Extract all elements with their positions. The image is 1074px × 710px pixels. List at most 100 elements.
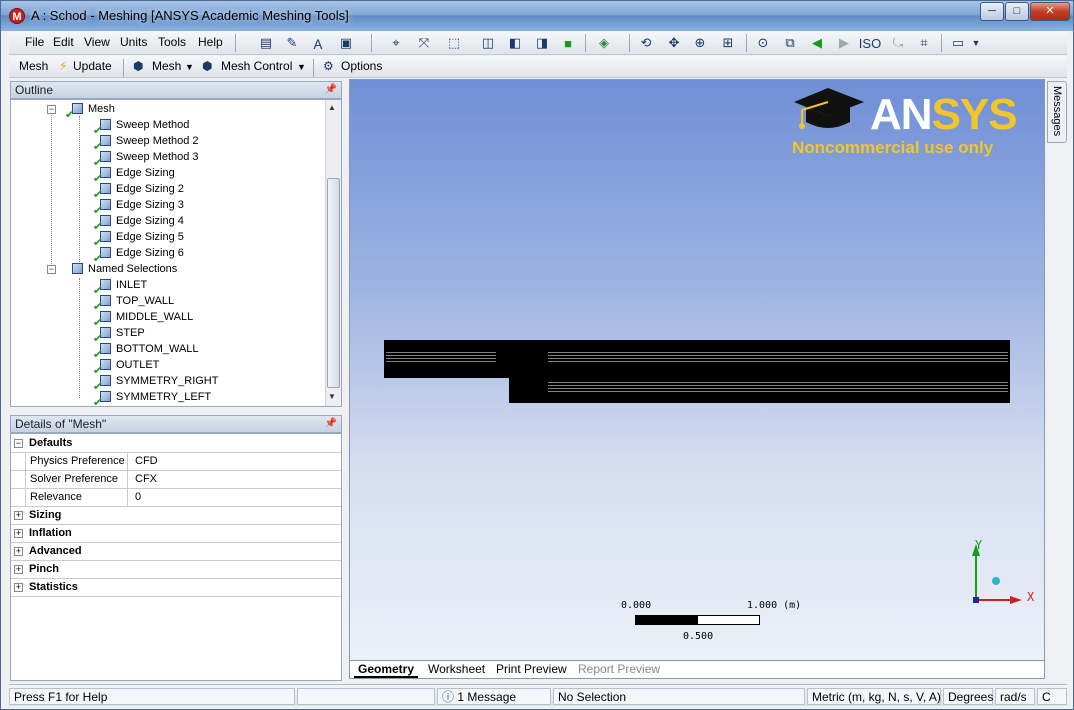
status-angle-units[interactable]: Degrees (943, 688, 993, 705)
restore-view-icon[interactable]: ⌗ (915, 34, 933, 52)
details-row-relevance[interactable]: Relevance 0 (11, 489, 341, 507)
details-row-physics-preference[interactable]: Physics Preference CFD (11, 453, 341, 471)
update-button[interactable]: Update (73, 59, 112, 73)
rotate-icon[interactable]: ⟲ (637, 34, 655, 52)
solver-preference-value[interactable]: CFX (131, 471, 157, 488)
collapse-icon[interactable]: − (14, 439, 23, 448)
collapse-icon[interactable]: − (47, 265, 56, 274)
select-mode-icon[interactable]: ⌖ (387, 34, 405, 52)
image-capture-icon[interactable]: ▣ (337, 34, 355, 52)
box-zoom-icon[interactable]: ⊞ (719, 34, 737, 52)
tree-node-bottom-wall[interactable]: ✔ BOTTOM_WALL (93, 341, 199, 361)
menu-edit[interactable]: Edit (53, 35, 74, 49)
viewport-layout-icon[interactable]: ▭ (949, 34, 967, 52)
extend-selection-icon[interactable]: ◈ (595, 34, 613, 52)
tree-node-middle-wall[interactable]: ✔ MIDDLE_WALL (93, 309, 193, 329)
select-body-icon[interactable]: ■ (559, 34, 577, 52)
details-group-inflation[interactable]: + Inflation (11, 525, 341, 543)
tree-node-inlet[interactable]: ✔ INLET (93, 277, 147, 297)
tree-node-sweep-method-3[interactable]: ✔ Sweep Method 3 (93, 149, 199, 169)
status-messages[interactable]: ⓘ 1 Message (437, 688, 551, 705)
tree-node-symmetry-left[interactable]: ✔ SYMMETRY_LEFT (93, 389, 211, 406)
details-group-statistics[interactable]: + Statistics (11, 579, 341, 597)
status-units[interactable]: Metric (m, kg, N, s, V, A) (807, 688, 941, 705)
graphics-viewport[interactable]: ANSYS Noncommercial use only 0.000 1.000… (349, 79, 1045, 679)
tree-node-edge-sizing-6[interactable]: ✔ Edge Sizing 6 (93, 245, 184, 265)
chevron-down-icon[interactable]: ▼ (185, 62, 194, 72)
collapse-icon[interactable]: − (47, 105, 56, 114)
tree-node-edge-sizing-4[interactable]: ✔ Edge Sizing 4 (93, 213, 184, 233)
tree-node-top-wall[interactable]: ✔ TOP_WALL (93, 293, 174, 313)
zoom-icon[interactable]: ⊕ (691, 34, 709, 52)
select-edge-icon[interactable]: ◧ (506, 34, 524, 52)
tree-node-edge-sizing[interactable]: ✔ Edge Sizing (93, 165, 175, 185)
tree-node-edge-sizing-5[interactable]: ✔ Edge Sizing 5 (93, 229, 184, 249)
mesh-dropdown-button[interactable]: Mesh (152, 59, 181, 73)
tree-node-named-selections[interactable]: Named Selections (69, 261, 177, 277)
menu-units[interactable]: Units (120, 35, 147, 49)
scroll-down-icon[interactable]: ▼ (328, 392, 336, 401)
select-pointer-icon[interactable]: ⬚ (445, 34, 463, 52)
expand-icon[interactable]: + (14, 547, 23, 556)
tree-node-sweep-method-2[interactable]: ✔ Sweep Method 2 (93, 133, 199, 153)
details-group-pinch[interactable]: + Pinch (11, 561, 341, 579)
menu-help[interactable]: Help (198, 35, 223, 49)
pin-icon[interactable]: 📌 (325, 82, 337, 98)
status-rate-units[interactable]: rad/s (995, 688, 1035, 705)
expand-icon[interactable]: + (14, 583, 23, 592)
physics-preference-value[interactable]: CFD (131, 453, 158, 470)
mesh-control-dropdown-button[interactable]: Mesh Control (221, 59, 292, 73)
minimize-button[interactable]: ─ (980, 2, 1004, 21)
previous-view-icon[interactable]: ◀ (808, 34, 826, 52)
tree-node-outlet[interactable]: ✔ OUTLET (93, 357, 159, 377)
select-vertex-icon[interactable]: ◫ (479, 34, 497, 52)
pan-icon[interactable]: ✥ (665, 34, 683, 52)
set-view-icon[interactable]: ⤿ (889, 34, 907, 52)
magnifier-window-icon[interactable]: ⧉ (781, 34, 799, 52)
details-group-sizing[interactable]: + Sizing (11, 507, 341, 525)
tree-node-edge-sizing-3[interactable]: ✔ Edge Sizing 3 (93, 197, 184, 217)
zoom-to-fit-icon[interactable]: ⊙ (754, 34, 772, 52)
tab-report-preview[interactable]: Report Preview (574, 662, 664, 678)
isometric-view-icon[interactable]: ISO (859, 34, 881, 52)
xyz-coordinates-icon[interactable]: ⤧ (415, 34, 433, 52)
next-view-icon[interactable]: ▶ (835, 34, 853, 52)
tab-geometry[interactable]: Geometry (354, 662, 419, 678)
expand-icon[interactable]: + (14, 511, 23, 520)
tab-worksheet[interactable]: Worksheet (424, 662, 489, 678)
toolbar-separator (585, 34, 586, 52)
menu-file[interactable]: File (25, 35, 44, 49)
new-section-plane-icon[interactable]: ▤ (257, 34, 275, 52)
outline-scrollbar[interactable]: ▲ ▼ (325, 100, 341, 406)
annotation-icon[interactable]: Ａ (309, 34, 327, 52)
relevance-value[interactable]: 0 (131, 489, 141, 506)
menu-tools[interactable]: Tools (158, 35, 186, 49)
tab-print-preview[interactable]: Print Preview (492, 662, 571, 678)
close-button[interactable]: ✕ (1030, 2, 1070, 21)
app-icon[interactable]: M (9, 8, 25, 24)
chevron-down-icon[interactable]: ▼ (967, 34, 985, 52)
tree-node-edge-sizing-2[interactable]: ✔ Edge Sizing 2 (93, 181, 184, 201)
expand-icon[interactable]: + (14, 565, 23, 574)
tree-node-mesh[interactable]: ✔ Mesh (65, 101, 115, 121)
mesh-icon: ⬢ (133, 59, 144, 73)
pin-icon[interactable]: 📌 (325, 416, 337, 432)
new-comment-icon[interactable]: ✎ (283, 34, 301, 52)
details-group-defaults[interactable]: − Defaults (11, 435, 341, 453)
scrollbar-thumb[interactable] (327, 178, 340, 388)
maximize-button[interactable]: □ (1005, 2, 1029, 21)
status-temperature-units[interactable]: C (1037, 688, 1067, 705)
details-group-advanced[interactable]: + Advanced (11, 543, 341, 561)
mesh-context-button[interactable]: Mesh (19, 59, 48, 73)
options-button[interactable]: Options (341, 59, 382, 73)
expand-icon[interactable]: + (14, 529, 23, 538)
tree-node-symmetry-right[interactable]: ✔ SYMMETRY_RIGHT (93, 373, 218, 393)
chevron-down-icon[interactable]: ▼ (297, 62, 306, 72)
select-face-icon[interactable]: ◨ (533, 34, 551, 52)
messages-side-tab[interactable]: Messages (1047, 81, 1067, 143)
tree-node-step[interactable]: ✔ STEP (93, 325, 145, 345)
tree-node-sweep-method[interactable]: ✔ Sweep Method (93, 117, 189, 137)
details-row-solver-preference[interactable]: Solver Preference CFX (11, 471, 341, 489)
menu-view[interactable]: View (84, 35, 110, 49)
scroll-up-icon[interactable]: ▲ (328, 103, 336, 112)
